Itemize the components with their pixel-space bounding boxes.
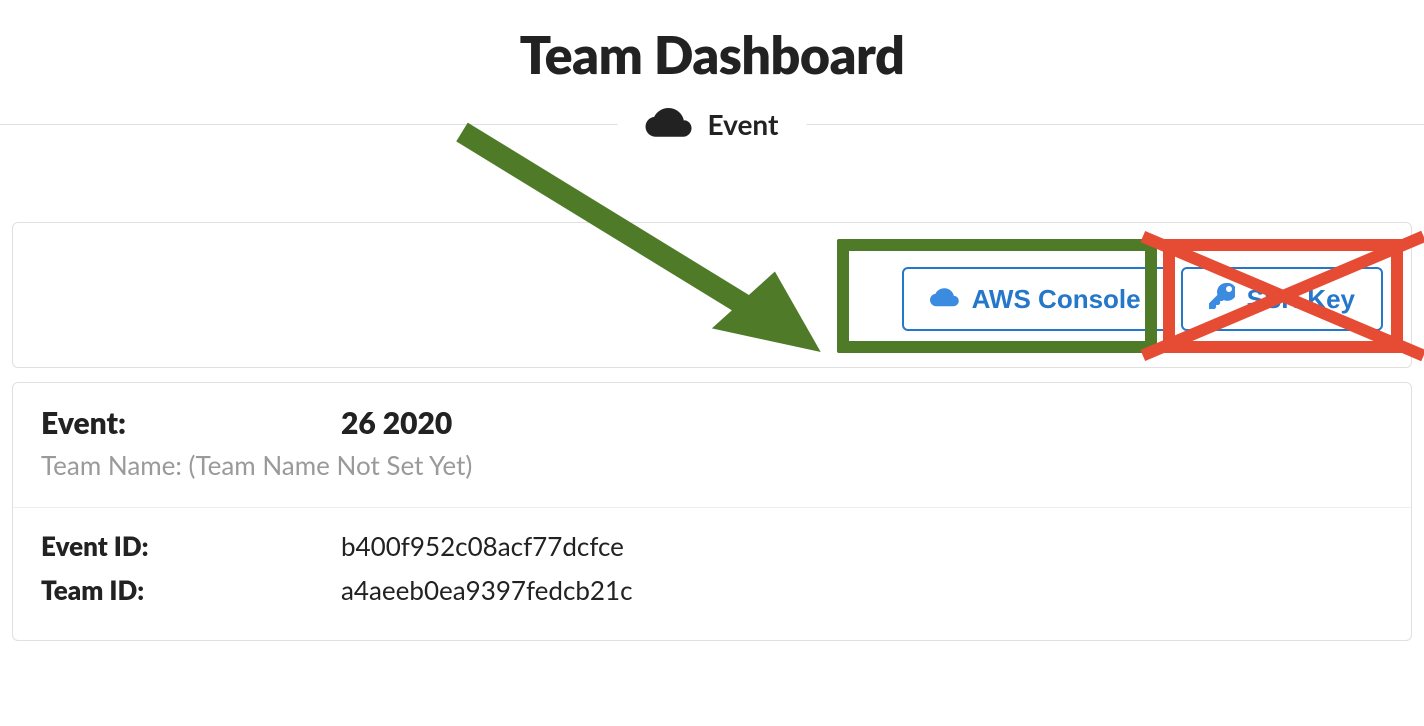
- key-icon: [1209, 283, 1235, 316]
- section-label-wrap: Event: [618, 105, 807, 143]
- event-id-value: b400f952c08acf77dcfce: [341, 530, 624, 562]
- event-label: Event:: [41, 405, 341, 441]
- ssh-key-label: SSH Key: [1247, 284, 1355, 315]
- team-id-label: Team ID:: [41, 574, 341, 606]
- section-divider: Event: [0, 106, 1424, 142]
- buttons-panel: AWS Console SSH Key: [12, 222, 1412, 368]
- cloud-icon: [646, 105, 694, 143]
- aws-console-label: AWS Console: [972, 284, 1141, 315]
- cloud-icon: [930, 284, 960, 315]
- section-label: Event: [708, 107, 779, 141]
- page-title: Team Dashboard: [0, 0, 1424, 106]
- team-id-row: Team ID: a4aeeb0ea9397fedcb21c: [41, 574, 1383, 606]
- inner-divider: [13, 507, 1411, 508]
- ssh-key-button[interactable]: SSH Key: [1181, 267, 1383, 331]
- team-id-value: a4aeeb0ea9397fedcb21c: [341, 574, 633, 606]
- aws-console-button[interactable]: AWS Console: [902, 267, 1169, 331]
- event-value: 26 2020: [341, 405, 452, 441]
- event-id-row: Event ID: b400f952c08acf77dcfce: [41, 530, 1383, 562]
- panels: AWS Console SSH Key Event: 26 2020 Team …: [12, 222, 1412, 641]
- event-row: Event: 26 2020: [41, 405, 1383, 441]
- details-panel: Event: 26 2020 Team Name: (Team Name Not…: [12, 382, 1412, 641]
- team-name: Team Name: (Team Name Not Set Yet): [41, 449, 1383, 481]
- event-id-label: Event ID:: [41, 530, 341, 562]
